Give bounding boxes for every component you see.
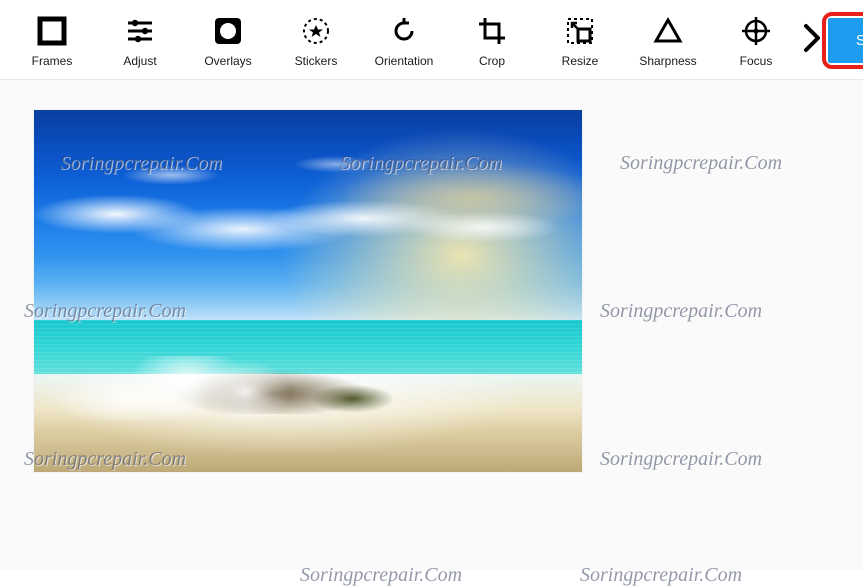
tool-label: Adjust: [123, 54, 156, 68]
tool-stickers[interactable]: Stickers: [288, 14, 344, 68]
tool-label: Orientation: [375, 54, 434, 68]
tool-frames[interactable]: Frames: [24, 14, 80, 68]
editor-image[interactable]: [34, 110, 582, 472]
tool-resize[interactable]: Resize: [552, 14, 608, 68]
overlays-icon: [213, 14, 243, 48]
orientation-icon: [389, 14, 419, 48]
tool-label: Resize: [562, 54, 599, 68]
app-root: Frames Adjust Overlays: [0, 0, 863, 586]
tool-orientation[interactable]: Orientation: [376, 14, 432, 68]
tool-adjust[interactable]: Adjust: [112, 14, 168, 68]
resize-icon: [565, 14, 595, 48]
sharpness-icon: [653, 14, 683, 48]
tool-overlays[interactable]: Overlays: [200, 14, 256, 68]
frames-icon: [37, 14, 67, 48]
tool-label: Frames: [32, 54, 73, 68]
tool-label: Crop: [479, 54, 505, 68]
crop-icon: [477, 14, 507, 48]
tool-label: Sharpness: [639, 54, 696, 68]
stickers-icon: [301, 14, 331, 48]
tool-crop[interactable]: Crop: [464, 14, 520, 68]
save-button[interactable]: Save: [828, 18, 863, 63]
adjust-icon: [125, 14, 155, 48]
tool-focus[interactable]: Focus: [728, 14, 784, 68]
chevron-right-icon: [802, 22, 822, 59]
toolbar-tools: Frames Adjust Overlays: [24, 14, 784, 68]
canvas-area: [0, 80, 863, 570]
save-button-highlight: Save: [822, 12, 863, 69]
tool-label: Focus: [740, 54, 773, 68]
tool-label: Overlays: [204, 54, 251, 68]
toolbar-next-button[interactable]: [802, 21, 822, 61]
tool-label: Stickers: [295, 54, 338, 68]
focus-icon: [741, 14, 771, 48]
toolbar: Frames Adjust Overlays: [0, 0, 863, 80]
tool-sharpness[interactable]: Sharpness: [640, 14, 696, 68]
